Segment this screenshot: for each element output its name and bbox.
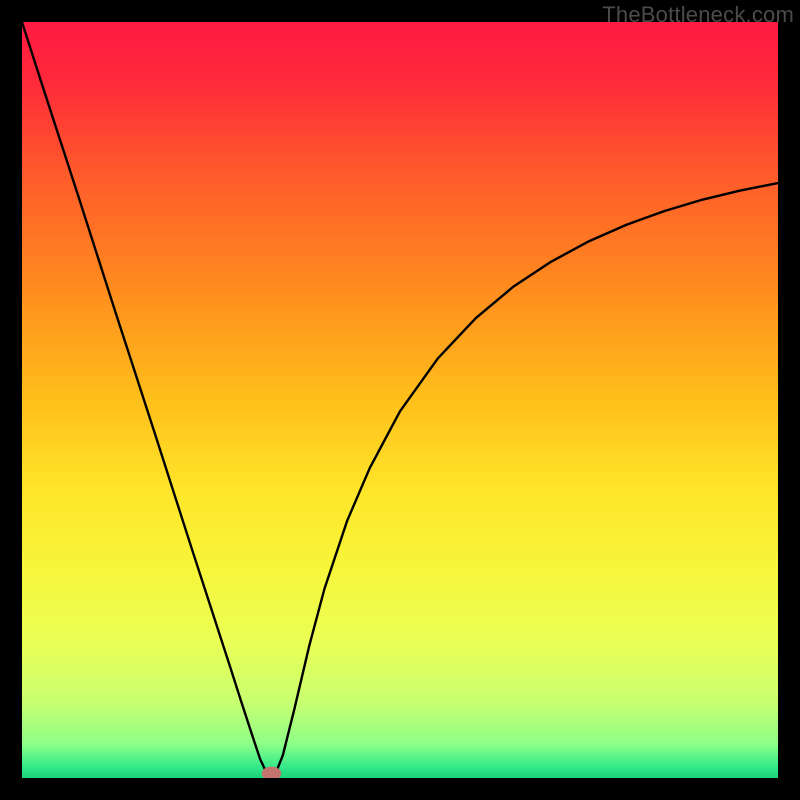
chart-background: [22, 22, 778, 778]
chart-frame: [22, 22, 778, 778]
watermark-label: TheBottleneck.com: [602, 2, 794, 28]
chart-svg: [22, 22, 778, 778]
